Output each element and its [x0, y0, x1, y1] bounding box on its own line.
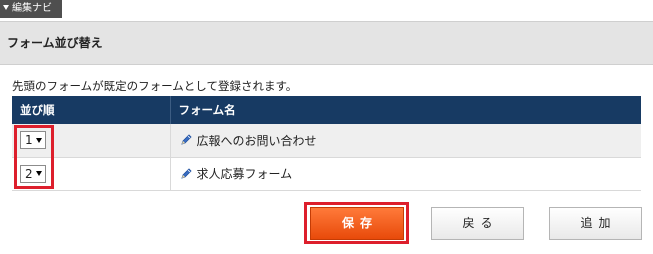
- form-name-cell: 広報へのお問い合わせ: [170, 124, 641, 158]
- add-button[interactable]: 追加: [549, 207, 642, 240]
- save-button[interactable]: 保存: [310, 207, 404, 240]
- page-title: フォーム並び替え: [7, 36, 103, 50]
- form-name-column-header: フォーム名: [170, 96, 641, 124]
- back-button[interactable]: 戻る: [431, 207, 524, 240]
- table-row: 1 広報へのお問い合わせ: [12, 124, 641, 158]
- order-select-value: 1: [25, 133, 33, 148]
- order-select-value: 2: [25, 166, 33, 181]
- edit-nav-label: 編集ナビ: [12, 3, 52, 14]
- form-name-link[interactable]: 広報へのお問い合わせ: [197, 132, 317, 149]
- pencil-icon[interactable]: [179, 167, 193, 181]
- form-name-cell: 求人応募フォーム: [170, 157, 641, 191]
- pencil-icon[interactable]: [179, 133, 193, 147]
- form-name-link[interactable]: 求人応募フォーム: [197, 165, 293, 182]
- caret-down-icon: [36, 171, 42, 176]
- caret-down-icon: [36, 137, 42, 143]
- order-cell: 2: [12, 157, 171, 191]
- form-order-table: 並び順 フォーム名 1 広報へのお問い合わせ 2 求人応募フォーム: [12, 96, 641, 191]
- edit-nav-toggle[interactable]: 編集ナビ: [0, 0, 62, 18]
- order-column-header: 並び順: [12, 96, 171, 124]
- default-form-notice: 先頭のフォームが既定のフォームとして登録されます。: [12, 79, 298, 93]
- order-select-1[interactable]: 1: [20, 131, 46, 150]
- order-select-2[interactable]: 2: [20, 164, 46, 183]
- table-header-row: 並び順 フォーム名: [12, 96, 641, 124]
- table-row: 2 求人応募フォーム: [12, 157, 641, 191]
- order-cell: 1: [12, 124, 171, 158]
- triangle-down-icon: [3, 4, 9, 10]
- title-bar: フォーム並び替え: [0, 21, 653, 65]
